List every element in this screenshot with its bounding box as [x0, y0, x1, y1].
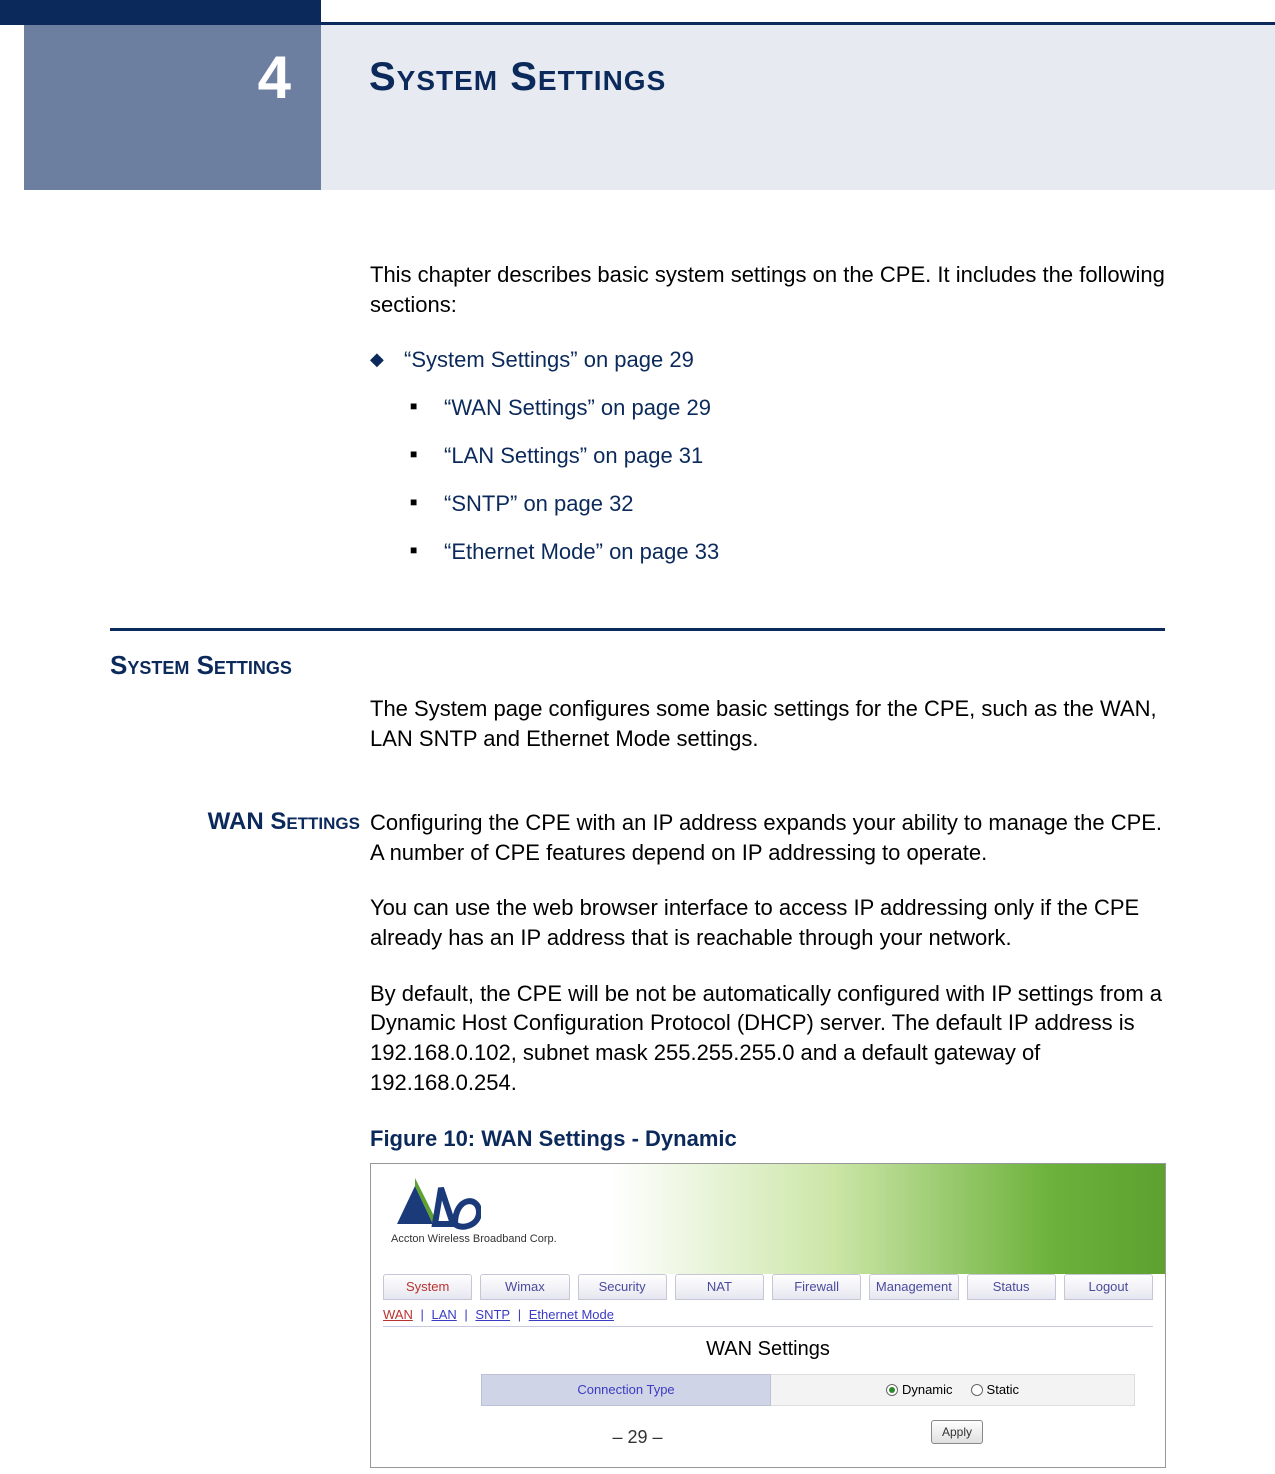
radio-static[interactable]: Static	[971, 1381, 1020, 1399]
subnav-sep: |	[420, 1307, 427, 1322]
panel-title: WAN Settings	[371, 1336, 1165, 1363]
tab-system[interactable]: System	[383, 1274, 472, 1300]
chapter-number-tab: 4	[24, 25, 321, 190]
subsection-heading: WAN Settings	[170, 808, 360, 836]
para: Configuring the CPE with an IP address e…	[370, 808, 1165, 867]
tab-wimax[interactable]: Wimax	[480, 1274, 569, 1300]
subnav-sntp[interactable]: SNTP	[475, 1307, 510, 1322]
radio-label: Static	[987, 1381, 1020, 1399]
intro-text: This chapter describes basic system sett…	[370, 260, 1165, 319]
toc-l1-item: “System Settings” on page 29 “WAN Settin…	[370, 347, 1165, 565]
top-navy-strip	[0, 0, 321, 25]
tab-security[interactable]: Security	[578, 1274, 667, 1300]
radio-dot-icon	[971, 1384, 983, 1396]
vendor-logo: Accton Wireless Broadband Corp.	[391, 1178, 557, 1247]
connection-type-row: Connection Type Dynamic Static	[481, 1374, 1135, 1406]
toc-list: “System Settings” on page 29 “WAN Settin…	[370, 347, 1165, 565]
toc-l2-item: “LAN Settings” on page 31	[410, 443, 1165, 469]
subnav-sep: |	[518, 1307, 525, 1322]
subnav-sep: |	[464, 1307, 471, 1322]
section-heading: System Settings	[110, 650, 292, 681]
page-number: – 29 –	[0, 1427, 1275, 1448]
chapter-number: 4	[258, 44, 291, 111]
logo-mark-icon	[391, 1178, 481, 1230]
shot-header-gradient	[611, 1164, 1165, 1274]
section-body: The System page configures some basic se…	[370, 694, 1165, 753]
sub-nav: WAN | LAN | SNTP | Ethernet Mode	[383, 1304, 1153, 1327]
subnav-lan[interactable]: LAN	[431, 1307, 456, 1322]
xref-link[interactable]: “WAN Settings” on page 29	[444, 395, 711, 420]
xref-link[interactable]: “LAN Settings” on page 31	[444, 443, 703, 468]
xref-link[interactable]: “System Settings” on page 29	[404, 347, 694, 372]
section-rule	[110, 628, 1165, 631]
tab-firewall[interactable]: Firewall	[772, 1274, 861, 1300]
toc-sublist: “WAN Settings” on page 29 “LAN Settings”…	[410, 395, 1165, 565]
subnav-ethernet-mode[interactable]: Ethernet Mode	[529, 1307, 614, 1322]
subsection-body: Configuring the CPE with an IP address e…	[370, 808, 1165, 1468]
shot-header: Accton Wireless Broadband Corp.	[371, 1164, 1165, 1274]
xref-link[interactable]: “Ethernet Mode” on page 33	[444, 539, 719, 564]
logo-text: Accton Wireless Broadband Corp.	[391, 1232, 557, 1247]
xref-link[interactable]: “SNTP” on page 32	[444, 491, 634, 516]
tab-management[interactable]: Management	[869, 1274, 958, 1300]
chapter-title-band: System Settings	[321, 25, 1275, 190]
para: By default, the CPE will be not be autom…	[370, 979, 1165, 1098]
subnav-wan[interactable]: WAN	[383, 1307, 413, 1322]
embedded-screenshot: Accton Wireless Broadband Corp. System W…	[370, 1163, 1166, 1468]
tab-bar: System Wimax Security NAT Firewall Manag…	[383, 1274, 1153, 1300]
row-label: Connection Type	[481, 1374, 771, 1406]
tab-status[interactable]: Status	[967, 1274, 1056, 1300]
tab-nat[interactable]: NAT	[675, 1274, 764, 1300]
toc-l2-item: “WAN Settings” on page 29	[410, 395, 1165, 421]
tab-logout[interactable]: Logout	[1064, 1274, 1153, 1300]
chapter-title: System Settings	[369, 55, 1275, 100]
intro-block: This chapter describes basic system sett…	[370, 260, 1165, 587]
toc-l2-item: “Ethernet Mode” on page 33	[410, 539, 1165, 565]
para: You can use the web browser interface to…	[370, 893, 1165, 952]
toc-l2-item: “SNTP” on page 32	[410, 491, 1165, 517]
radio-label: Dynamic	[902, 1381, 953, 1399]
radio-dot-icon	[886, 1384, 898, 1396]
radio-dynamic[interactable]: Dynamic	[886, 1381, 953, 1399]
row-value: Dynamic Static	[771, 1374, 1135, 1406]
figure-caption: Figure 10: WAN Settings - Dynamic	[370, 1124, 1165, 1154]
